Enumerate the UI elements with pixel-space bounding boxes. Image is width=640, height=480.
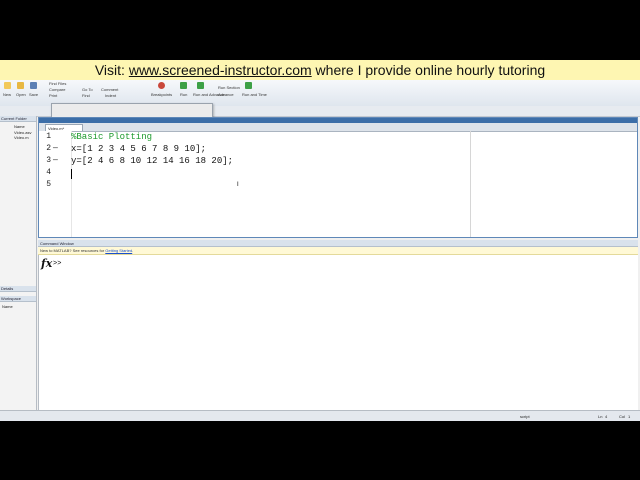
- advance-button[interactable]: Advance: [218, 92, 234, 97]
- info-text: New to MATLAB? See resources for: [40, 248, 106, 253]
- video-frame: { "banner": { "prefix": "Visit: ", "link…: [0, 0, 640, 480]
- line-number: 3: [46, 156, 51, 165]
- line-marker: —: [53, 156, 58, 165]
- left-pane: Current Folder Name Video.asv Video.m De…: [0, 116, 37, 410]
- editor-tab-strip: Video.m*: [39, 123, 637, 132]
- line-number: 5: [46, 180, 51, 189]
- print-button[interactable]: Print: [49, 93, 57, 98]
- line-number: 2: [46, 144, 51, 153]
- compare-button[interactable]: Compare: [49, 87, 65, 92]
- tutoring-banner: Visit: www.screened-instructor.com where…: [0, 60, 640, 80]
- find-files-button[interactable]: Find Files: [49, 81, 66, 86]
- indent-button[interactable]: Indent: [105, 93, 116, 98]
- info-suffix: .: [132, 248, 134, 253]
- open-button[interactable]: Open: [16, 92, 26, 97]
- name-column-header[interactable]: Name: [14, 124, 25, 129]
- new-button[interactable]: New: [3, 92, 11, 97]
- banner-suffix: where I provide online hourly tutoring: [311, 62, 546, 78]
- current-folder-header: Current Folder: [0, 116, 36, 122]
- details-header: Details: [0, 286, 36, 292]
- breakpoints-button[interactable]: Breakpoints: [151, 92, 172, 97]
- file-type-status: script: [520, 414, 530, 419]
- line-number-gutter: 1 2 — 3 — 4 5: [39, 131, 72, 237]
- run-button[interactable]: Run: [180, 92, 187, 97]
- workspace-header: Workspace: [0, 296, 36, 302]
- find-button[interactable]: Find: [82, 93, 90, 98]
- save-button[interactable]: Save: [29, 92, 38, 97]
- mouse-ibeam-cursor: I: [237, 182, 239, 188]
- code-line[interactable]: x=[1 2 3 4 5 6 7 8 9 10];: [71, 144, 206, 154]
- open-folder-icon[interactable]: [17, 82, 24, 89]
- function-browser-icon[interactable]: fx: [41, 257, 52, 270]
- new-icon[interactable]: [4, 82, 11, 89]
- comment-button[interactable]: Comment: [101, 87, 118, 92]
- breakpoints-icon[interactable]: [158, 82, 165, 89]
- code-line[interactable]: y=[2 4 6 8 10 12 14 16 18 20];: [71, 156, 233, 166]
- command-prompt: >>: [53, 260, 62, 268]
- line-number-status: 4: [605, 414, 608, 419]
- column-label: Col: [619, 414, 626, 419]
- banner-prefix: Visit:: [94, 62, 129, 78]
- banner-link[interactable]: www.screened-instructor.com: [129, 62, 312, 78]
- line-label: Ln: [598, 414, 603, 419]
- editor-panel: Video.m* 1 2 — 3 — 4 5 %Basic Plotting x…: [38, 117, 638, 238]
- line-marker: —: [53, 144, 58, 153]
- tab-video-m[interactable]: Video.m*: [45, 124, 83, 131]
- getting-started-infobar: New to MATLAB? See resources for Getting…: [38, 247, 638, 255]
- run-and-time-icon[interactable]: [245, 82, 252, 89]
- right-margin-line: [470, 131, 471, 237]
- go-to-button[interactable]: Go To: [82, 87, 93, 92]
- line-number: 1: [46, 132, 51, 141]
- command-window-header: Command Window: [38, 240, 638, 247]
- run-icon[interactable]: [180, 82, 187, 89]
- text-cursor: [71, 169, 72, 179]
- status-bar: script Ln 4 Col 1: [0, 410, 640, 421]
- command-window[interactable]: fx >>: [38, 255, 638, 410]
- line-number: 4: [46, 168, 51, 177]
- file-item[interactable]: Video.m: [14, 135, 29, 140]
- workspace-name-header[interactable]: Name: [2, 304, 13, 309]
- run-and-time-button[interactable]: Run and Time: [242, 92, 267, 97]
- column-number-status: 1: [628, 414, 631, 419]
- save-icon[interactable]: [30, 82, 37, 89]
- getting-started-link[interactable]: Getting Started: [105, 248, 132, 253]
- run-section-button[interactable]: Run Section: [218, 85, 240, 90]
- run-and-advance-icon[interactable]: [197, 82, 204, 89]
- code-line-comment[interactable]: %Basic Plotting: [71, 132, 152, 142]
